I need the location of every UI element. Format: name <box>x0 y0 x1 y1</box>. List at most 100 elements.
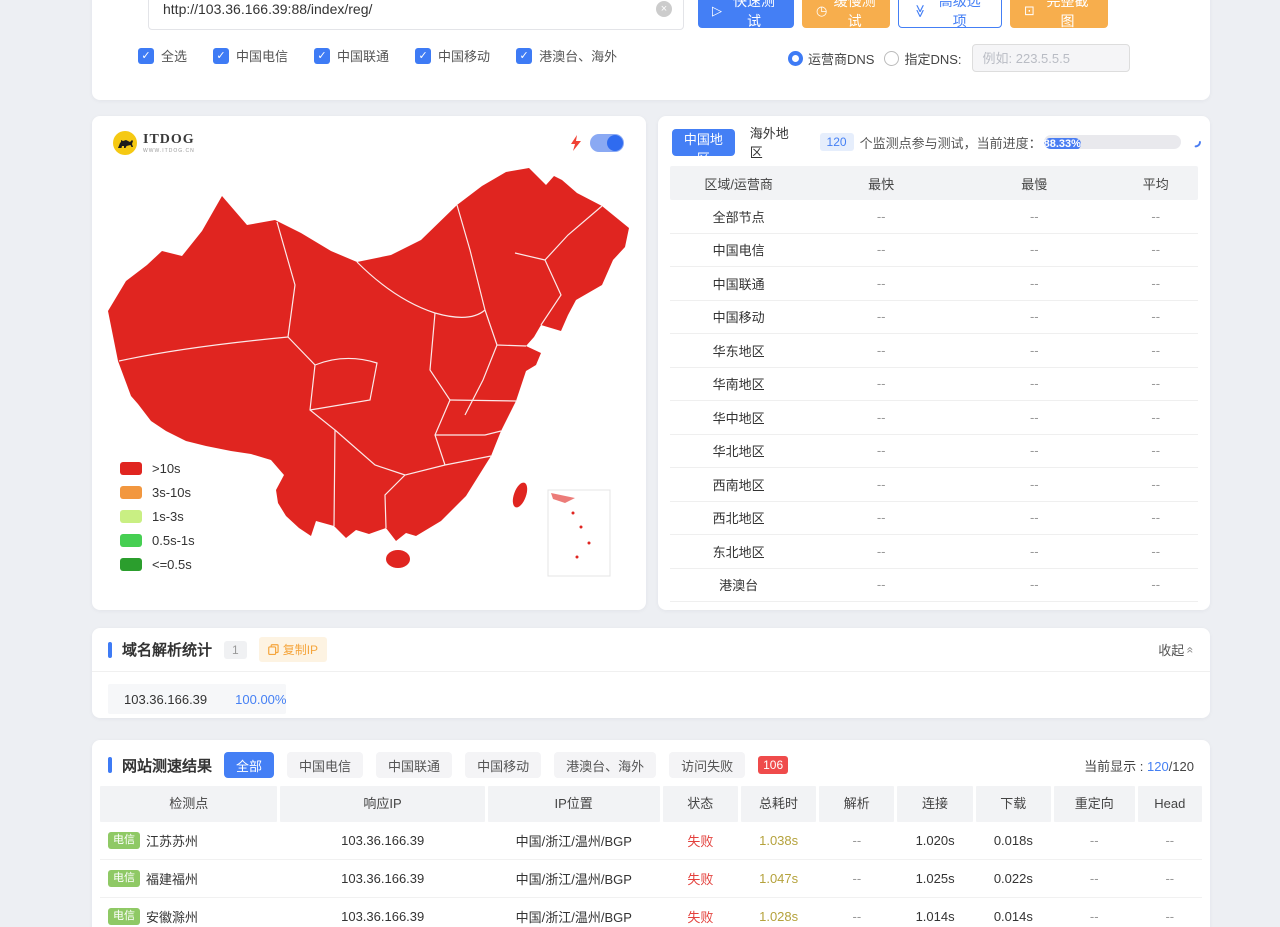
speed-tab[interactable]: 中国移动 <box>465 752 541 778</box>
region-name: 中国移动 <box>670 307 807 326</box>
speed-tab[interactable]: 港澳台、海外 <box>554 752 656 778</box>
advanced-options-button[interactable]: ≫ 高级选项 <box>898 0 1002 28</box>
resolved-ip: 103.36.166.39 <box>124 692 207 707</box>
region-fast: -- <box>807 376 955 391</box>
checkbox-item[interactable]: ✓全选 <box>138 46 187 65</box>
region-table-row[interactable]: 全部节点------ <box>670 200 1198 234</box>
legend-swatch <box>120 462 142 475</box>
play-icon: ▷ <box>712 3 722 19</box>
region-table-row[interactable]: 中国联通------ <box>670 267 1198 301</box>
region-avg: -- <box>1113 477 1197 492</box>
region-name: 港澳台 <box>670 575 807 594</box>
col-region-carrier: 区域/运营商 <box>670 174 807 193</box>
speed-table-row[interactable]: 电信安徽滁州103.36.166.39中国/浙江/温州/BGP失败1.028s-… <box>100 898 1202 927</box>
chevrons-up-icon: « <box>1184 646 1198 653</box>
radio-custom-dns[interactable]: 指定DNS: <box>884 49 961 68</box>
checkbox-label: 中国联通 <box>337 46 389 65</box>
checkbox-item[interactable]: ✓港澳台、海外 <box>516 46 617 65</box>
hainan-island <box>386 550 410 568</box>
region-slow: -- <box>955 343 1113 358</box>
speed-table-row[interactable]: 电信江苏苏州103.36.166.39中国/浙江/温州/BGP失败1.038s-… <box>100 822 1202 860</box>
taiwan-island <box>510 481 530 510</box>
speed-tab[interactable]: 中国电信 <box>287 752 363 778</box>
copy-ip-button[interactable]: 复制IP <box>259 637 327 662</box>
speed-results-title: 网站测速结果 <box>122 755 212 776</box>
display-count: 当前显示 : 120/120 <box>1084 756 1194 775</box>
region-avg: -- <box>1113 376 1197 391</box>
speed-tab[interactable]: 中国联通 <box>376 752 452 778</box>
radio-carrier-dns[interactable]: 运营商DNS <box>788 49 874 68</box>
speed-col-header: Head <box>1138 786 1203 822</box>
region-table-row[interactable]: 华中地区------ <box>670 401 1198 435</box>
quick-test-button[interactable]: ▷ 快速测试 <box>698 0 794 28</box>
tab-china-region[interactable]: 中国地区 <box>672 129 735 156</box>
dns-stats-title: 域名解析统计 <box>122 639 212 660</box>
url-input[interactable] <box>148 0 684 30</box>
checkbox-item[interactable]: ✓中国移动 <box>415 46 490 65</box>
dns-stats-panel: 域名解析统计 1 复制IP 收起 « 103.36.166.39 100.00% <box>92 628 1210 718</box>
region-table-row[interactable]: 西南地区------ <box>670 468 1198 502</box>
speed-col-header: 检测点 <box>100 786 277 822</box>
region-table-row[interactable]: 华南地区------ <box>670 368 1198 402</box>
total-time: 1.028s <box>741 909 816 924</box>
region-table: 区域/运营商 最快 最慢 平均 全部节点------中国电信------中国联通… <box>670 166 1198 602</box>
progress-bar: 88.33% <box>1044 135 1181 149</box>
head-time: -- <box>1138 871 1202 886</box>
title-accent-bar <box>108 642 112 658</box>
region-table-header: 区域/运营商 最快 最慢 平均 <box>670 166 1198 200</box>
legend-swatch <box>120 510 142 523</box>
head-time: -- <box>1138 909 1202 924</box>
region-avg: -- <box>1113 242 1197 257</box>
display-count-label: 当前显示 : <box>1084 759 1147 774</box>
south-china-sea-inset <box>548 490 610 576</box>
clear-icon[interactable]: × <box>656 1 672 17</box>
collapse-link[interactable]: 收起 « <box>1158 640 1194 659</box>
speed-col-header: 总耗时 <box>741 786 816 822</box>
slow-test-button[interactable]: ◷ 缓慢测试 <box>802 0 890 28</box>
region-table-row[interactable]: 中国电信------ <box>670 234 1198 268</box>
lightning-icon <box>570 135 582 151</box>
region-table-row[interactable]: 东北地区------ <box>670 535 1198 569</box>
checkbox-item[interactable]: ✓ 中国联通 <box>314 46 389 65</box>
region-fast: -- <box>807 276 955 291</box>
map-animation-toggle[interactable] <box>590 134 624 152</box>
col-average: 平均 <box>1113 174 1197 193</box>
quick-test-label: 快速测试 <box>728 0 780 31</box>
speed-table: 检测点响应IPIP位置状态总耗时解析连接下载重定向Head 电信江苏苏州103.… <box>100 786 1202 927</box>
connect-time: 1.014s <box>897 909 972 924</box>
speed-table-row[interactable]: 电信福建福州103.36.166.39中国/浙江/温州/BGP失败1.047s-… <box>100 860 1202 898</box>
region-table-row[interactable]: 华北地区------ <box>670 435 1198 469</box>
region-fast: -- <box>807 544 955 559</box>
speed-tab[interactable]: 访问失败 <box>669 752 745 778</box>
region-results-panel: 中国地区 海外地区 120 个监测点参与测试，当前进度： 88.33% 区域/运… <box>658 116 1210 610</box>
region-name: 华东地区 <box>670 341 807 360</box>
carrier-badge: 电信 <box>108 870 140 887</box>
region-slow: -- <box>955 577 1113 592</box>
speed-col-header: 解析 <box>819 786 894 822</box>
resolved-ip-row[interactable]: 103.36.166.39 100.00% <box>108 684 286 714</box>
legend-label: 1s-3s <box>152 509 184 524</box>
region-fast: -- <box>807 477 955 492</box>
tab-overseas-region[interactable]: 海外地区 <box>750 123 793 161</box>
response-ip: 103.36.166.39 <box>281 909 485 924</box>
region-table-row[interactable]: 中国移动------ <box>670 301 1198 335</box>
action-buttons: ▷ 快速测试 ◷ 缓慢测试 ≫ 高级选项 ⊡ 完整截图 <box>698 0 1108 28</box>
region-name: 中国电信 <box>670 240 807 259</box>
status: 失败 <box>663 831 738 850</box>
region-fast: -- <box>807 410 955 425</box>
region-table-row[interactable]: 港澳台------ <box>670 569 1198 603</box>
region-slow: -- <box>955 443 1113 458</box>
region-avg: -- <box>1113 410 1197 425</box>
region-table-row[interactable]: 西北地区------ <box>670 502 1198 536</box>
resolve-time: -- <box>819 871 894 886</box>
legend-label: <=0.5s <box>152 557 192 572</box>
checkbox-checked-icon: ✓ <box>314 48 330 64</box>
full-screenshot-button[interactable]: ⊡ 完整截图 <box>1010 0 1108 28</box>
screenshot-icon: ⊡ <box>1024 3 1035 19</box>
region-table-row[interactable]: 华东地区------ <box>670 334 1198 368</box>
checkbox-item[interactable]: ✓中国电信 <box>213 46 288 65</box>
region-slow: -- <box>955 510 1113 525</box>
speed-tab[interactable]: 全部 <box>224 752 274 778</box>
custom-dns-input[interactable] <box>972 44 1130 72</box>
download-time: 0.022s <box>976 871 1051 886</box>
